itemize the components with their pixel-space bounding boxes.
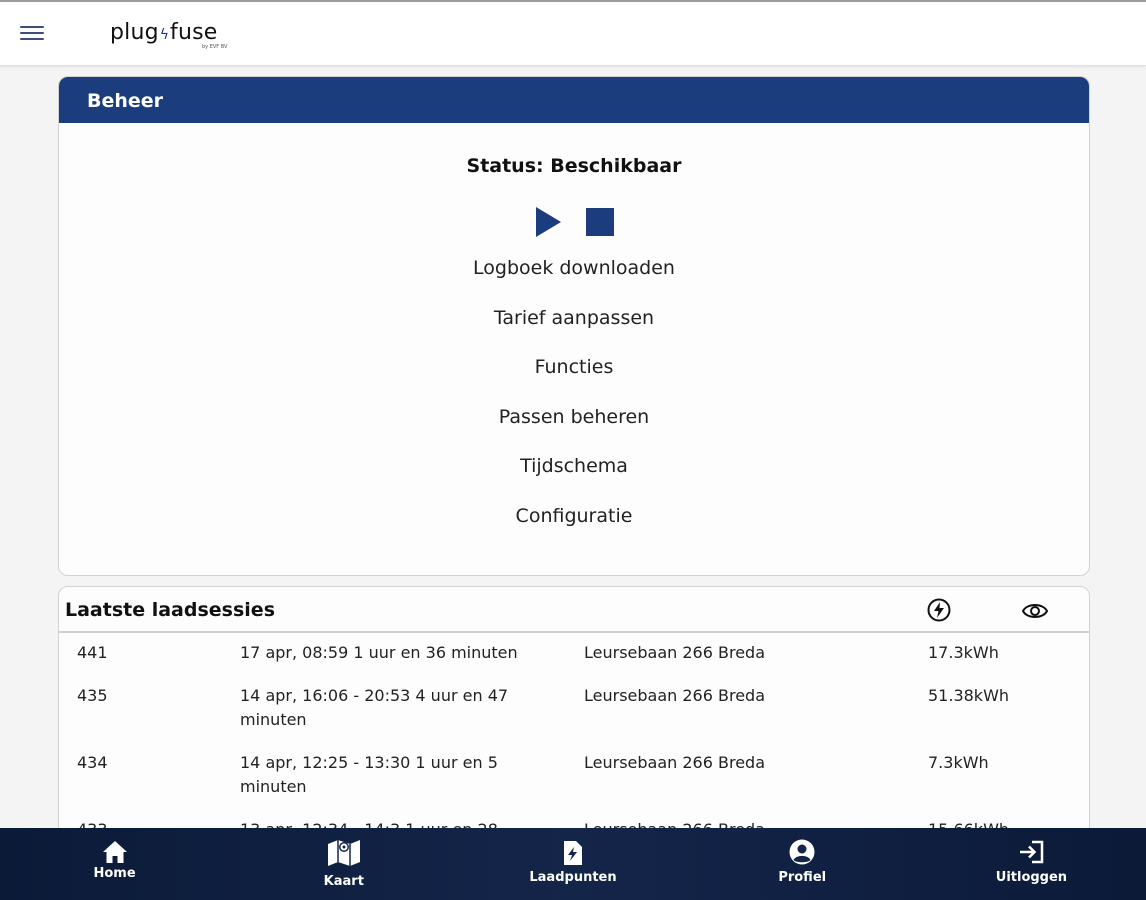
menu-icon[interactable] (20, 26, 44, 44)
nav-home-label: Home (93, 866, 136, 881)
logo: plugϟfuse by EVF BV (110, 20, 227, 52)
top-bar: plugϟfuse by EVF BV (0, 0, 1146, 66)
play-icon[interactable] (534, 207, 562, 237)
logboek-downloaden-link[interactable]: Logboek downloaden (59, 257, 1089, 307)
session-id: 435 (77, 686, 108, 705)
session-id: 434 (77, 753, 108, 772)
session-energy: 51.38kWh (928, 686, 1010, 705)
functies-link[interactable]: Functies (59, 356, 1089, 406)
session-id: 441 (77, 643, 108, 662)
action-list: Logboek downloaden Tarief aanpassen Func… (59, 257, 1089, 554)
tijdschema-link[interactable]: Tijdschema (59, 455, 1089, 505)
bolt-icon (927, 598, 951, 622)
passen-beheren-link[interactable]: Passen beheren (59, 406, 1089, 456)
nav-kaart-label: Kaart (323, 874, 364, 889)
sessions-title: Laatste laadsessies (65, 599, 276, 621)
tarief-aanpassen-link[interactable]: Tarief aanpassen (59, 307, 1089, 357)
home-icon (102, 841, 127, 863)
status-text: Status: Beschikbaar (466, 155, 682, 177)
nav-laadpunten-label: Laadpunten (529, 870, 617, 885)
nav-uitloggen-label: Uitloggen (995, 870, 1068, 885)
eye-icon[interactable] (1022, 598, 1048, 624)
stop-icon[interactable] (586, 208, 614, 236)
logout-icon (1020, 840, 1044, 864)
session-location: Leursebaan 266 Breda (584, 686, 765, 705)
nav-uitloggen[interactable]: Uitloggen (917, 828, 1146, 900)
session-energy: 7.3kWh (928, 753, 989, 772)
session-energy: 17.3kWh (928, 643, 999, 662)
profile-icon (789, 839, 815, 865)
charge-controls (59, 207, 1089, 237)
nav-profiel[interactable]: Profiel (688, 828, 917, 900)
logo-sub: by EVF BV (202, 44, 228, 50)
session-time: 14 apr, 12:25 - 13:30 1 uur en 5 minuten (240, 753, 498, 796)
session-time: 17 apr, 08:59 1 uur en 36 minuten (240, 643, 518, 662)
beheer-title: Beheer (59, 77, 1089, 123)
beheer-card: Beheer Status: Beschikbaar Logboek downl… (58, 76, 1090, 576)
session-time: 14 apr, 16:06 - 20:53 4 uur en 47 minute… (240, 686, 509, 729)
sessions-header: Laatste laadsessies (59, 587, 1089, 633)
logo-left: plug (110, 20, 159, 45)
nav-home[interactable]: Home (0, 828, 229, 900)
logo-bolt-icon: ϟ (159, 27, 170, 43)
map-icon (327, 840, 360, 866)
nav-kaart[interactable]: Kaart (229, 828, 458, 900)
configuratie-link[interactable]: Configuratie (59, 505, 1089, 555)
nav-profiel-label: Profiel (778, 870, 827, 885)
charger-icon (564, 841, 582, 865)
bottom-nav: Home Kaart Laadpunten Profiel Uitloggen (0, 828, 1146, 900)
nav-laadpunten[interactable]: Laadpunten (458, 828, 687, 900)
logo-right: fuse (170, 20, 218, 45)
session-location: Leursebaan 266 Breda (584, 643, 765, 662)
session-location: Leursebaan 266 Breda (584, 753, 765, 772)
